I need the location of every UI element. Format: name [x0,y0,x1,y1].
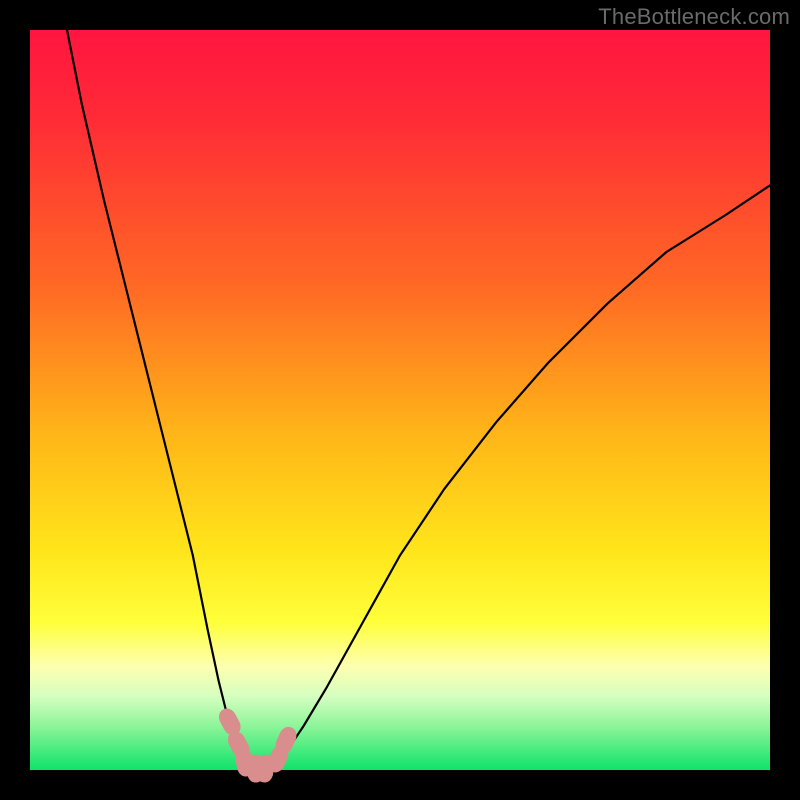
bottleneck-chart [0,0,800,800]
plot-area [30,30,770,770]
chart-container: TheBottleneck.com [0,0,800,800]
watermark-text: TheBottleneck.com [598,4,790,30]
